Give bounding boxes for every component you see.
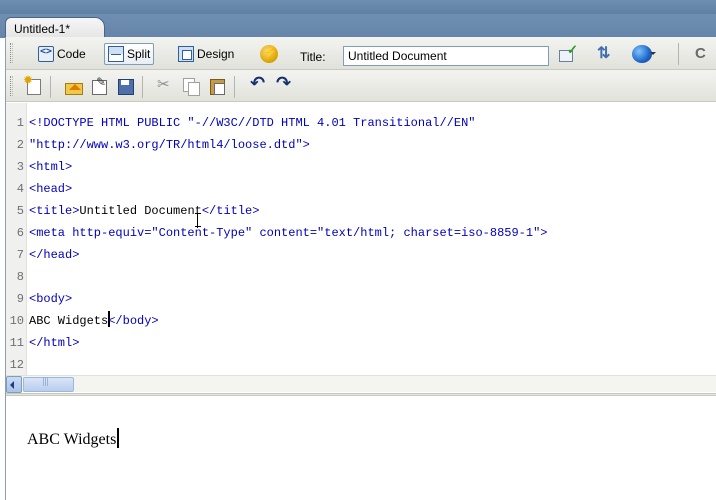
redo-icon[interactable] (274, 73, 292, 95)
line-number: 5 (16, 204, 24, 218)
code-line[interactable]: 2 "http://www.w3.org/TR/html4/loose.dtd"> (6, 135, 716, 155)
code-view[interactable]: 1 <!DOCTYPE HTML PUBLIC "-//W3C//DTD HTML… (6, 103, 716, 436)
validate-button[interactable] (554, 42, 584, 65)
split-view-button[interactable]: Split (104, 43, 155, 65)
code-text: <body> (29, 292, 73, 306)
code-view-button[interactable]: Code (34, 43, 90, 65)
scroll-left-arrow-icon[interactable] (6, 376, 22, 393)
file-transfer-icon (596, 43, 616, 63)
paste-icon[interactable] (208, 77, 226, 95)
code-tag: </body> (108, 314, 159, 328)
preview-globe-icon (632, 45, 656, 63)
split-view-icon (108, 46, 124, 62)
code-text: </html> (29, 336, 80, 350)
code-line[interactable]: 6 <meta http-equiv="Content-Type" content… (6, 223, 716, 243)
code-text: <html> (29, 160, 73, 174)
line-number: 10 (9, 314, 24, 328)
app-top-strip (0, 0, 716, 14)
design-caret (117, 428, 120, 448)
split-view-label: Split (127, 47, 151, 61)
code-text: </head> (29, 248, 80, 262)
line-number: 3 (16, 160, 24, 174)
undo-icon[interactable] (248, 73, 266, 95)
design-view[interactable]: ABC Widgets (6, 396, 716, 500)
code-line[interactable]: 12 (6, 355, 716, 375)
save-icon[interactable] (116, 77, 134, 95)
title-label: Title: (300, 50, 326, 64)
code-tag: <title> (29, 204, 80, 218)
validate-icon (558, 42, 580, 63)
code-tag: </title> (201, 204, 260, 218)
code-line[interactable]: 9 <body> (6, 289, 716, 309)
design-view-label: Design (197, 47, 235, 61)
code-text: <head> (29, 182, 73, 196)
cut-icon[interactable] (156, 75, 174, 95)
code-text: <!DOCTYPE HTML PUBLIC "-//W3C//DTD HTML … (29, 116, 476, 130)
line-number: 12 (9, 358, 24, 372)
code-line[interactable]: 7 </head> (6, 245, 716, 265)
code-text: "http://www.w3.org/TR/html4/loose.dtd"> (29, 138, 310, 152)
open-icon[interactable] (64, 77, 83, 95)
scrollbar-thumb[interactable] (23, 377, 74, 392)
line-number: 6 (16, 226, 24, 240)
line-number: 8 (16, 270, 24, 284)
code-line[interactable]: 10 ABC Widgets</body> (6, 311, 716, 331)
copy-icon[interactable] (182, 77, 200, 96)
refresh-button[interactable] (689, 43, 715, 65)
toolbar-divider (142, 76, 143, 98)
line-number: 2 (16, 138, 24, 152)
line-number: 1 (16, 116, 24, 130)
code-line[interactable]: 5 <title>Untitled Document</title> (6, 201, 716, 221)
toolbar-grip[interactable] (10, 76, 13, 96)
design-body-text[interactable]: ABC Widgets (27, 428, 120, 449)
code-text: Untitled Document (79, 204, 202, 218)
refresh-icon (693, 45, 711, 63)
code-line[interactable]: 8 (6, 267, 716, 287)
title-input[interactable] (343, 46, 549, 66)
code-line[interactable]: 4 <head> (6, 179, 716, 199)
file-transfer-button[interactable] (592, 43, 620, 65)
code-line[interactable]: 1 <!DOCTYPE HTML PUBLIC "-//W3C//DTD HTML… (6, 113, 716, 133)
ibeam-cursor-icon (195, 213, 201, 228)
code-line[interactable]: 11 </html> (6, 333, 716, 353)
new-document-icon[interactable] (23, 73, 42, 95)
preview-button[interactable] (628, 43, 656, 65)
toolbar-divider (678, 43, 679, 65)
live-view-button[interactable] (256, 43, 282, 65)
live-view-bolt-icon (260, 45, 278, 63)
document-tab-bar: Untitled-1* (0, 14, 716, 39)
document-window: Code Split Design Title: (5, 37, 716, 500)
horizontal-scrollbar[interactable] (6, 375, 716, 393)
code-text: <meta http-equiv="Content-Type" content=… (29, 226, 548, 240)
line-number: 9 (16, 292, 24, 306)
document-toolbar: Code Split Design Title: (6, 37, 716, 70)
line-number: 7 (16, 248, 24, 262)
document-tab[interactable]: Untitled-1* (5, 17, 105, 39)
toolbar-divider (234, 76, 235, 98)
edit-icon[interactable] (90, 75, 108, 95)
code-text: ABC Widgets (29, 314, 109, 328)
standard-toolbar (6, 70, 716, 102)
design-text-content: ABC Widgets (27, 431, 117, 448)
code-view-icon (38, 46, 54, 62)
toolbar-grip[interactable] (10, 43, 13, 63)
toolbar-divider (50, 76, 51, 98)
code-line[interactable]: 3 <html> (6, 157, 716, 177)
line-number: 11 (9, 336, 24, 350)
code-view-label: Code (57, 47, 86, 61)
design-view-button[interactable]: Design (174, 43, 238, 65)
design-view-icon (178, 46, 194, 62)
line-number: 4 (16, 182, 24, 196)
